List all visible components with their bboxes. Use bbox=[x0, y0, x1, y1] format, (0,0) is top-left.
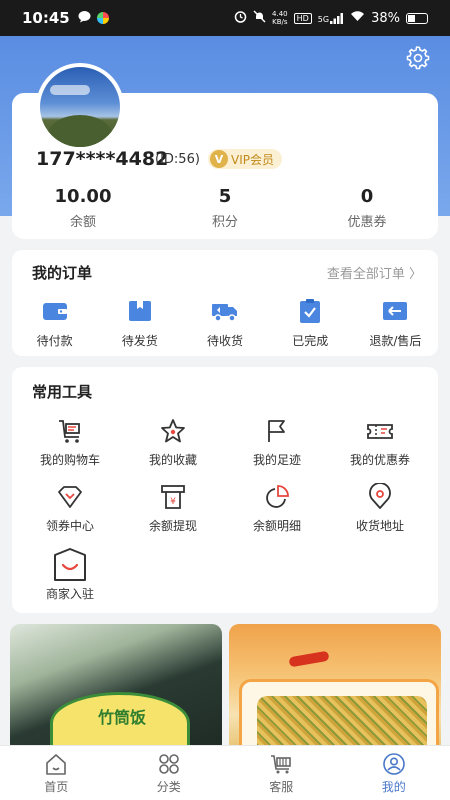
return-icon bbox=[381, 298, 409, 324]
location-icon bbox=[366, 482, 394, 511]
user-phone: 177****4482 bbox=[36, 148, 169, 170]
tool-coupons[interactable]: 我的优惠券 bbox=[327, 417, 433, 468]
hd-badge: HD bbox=[293, 12, 312, 24]
user-id: (ID:56) bbox=[155, 152, 200, 167]
pie-chart-icon bbox=[263, 483, 291, 511]
stat-coupons[interactable]: 0 优惠券 bbox=[296, 186, 438, 230]
order-to-receive[interactable]: 待收货 bbox=[182, 298, 267, 349]
gem-icon bbox=[56, 483, 84, 511]
order-completed[interactable]: 已完成 bbox=[268, 298, 353, 349]
product-card-2[interactable] bbox=[229, 624, 441, 754]
grid-icon bbox=[157, 753, 181, 775]
orders-title: 我的订单 bbox=[32, 264, 93, 282]
order-to-ship[interactable]: 待发货 bbox=[97, 298, 182, 349]
product-1-name: 竹筒饭 bbox=[98, 708, 147, 727]
tool-coupon-center[interactable]: 领券中心 bbox=[17, 483, 123, 534]
tab-customer-service[interactable]: 客服 bbox=[225, 746, 338, 800]
common-tools-card: 常用工具 我的购物车 我的收藏 我的足迹 我的优惠券 领券中心 ¥ 余额提现 余… bbox=[12, 367, 438, 613]
cart-icon bbox=[56, 417, 84, 445]
user-icon bbox=[382, 753, 406, 775]
stat-points[interactable]: 5 积分 bbox=[154, 186, 296, 230]
my-orders-card: 我的订单 查看全部订单 〉 待付款 待发货 待收货 已完成 退款/售后 bbox=[12, 250, 438, 356]
tool-favorites[interactable]: 我的收藏 bbox=[120, 417, 226, 468]
wallet-icon bbox=[41, 298, 69, 324]
clipboard-check-icon bbox=[296, 298, 324, 324]
withdraw-icon: ¥ bbox=[159, 483, 187, 511]
view-all-orders-link[interactable]: 查看全部订单 〉 bbox=[327, 263, 422, 282]
svg-text:¥: ¥ bbox=[170, 497, 176, 507]
app-icon bbox=[96, 12, 109, 24]
wifi-icon bbox=[350, 10, 365, 26]
status-bar: 10:45 4.40 KB/s HD 5G 38% bbox=[0, 0, 450, 36]
tool-balance-detail[interactable]: 余额明细 bbox=[224, 483, 330, 534]
tab-category[interactable]: 分类 bbox=[113, 746, 226, 800]
net-speed: 4.40 KB/s bbox=[272, 10, 288, 26]
chili-decoration bbox=[288, 650, 330, 668]
signal-icon: 5G bbox=[318, 12, 344, 24]
service-cart-icon bbox=[269, 753, 293, 775]
tool-withdraw[interactable]: ¥ 余额提现 bbox=[120, 483, 226, 534]
settings-gear-icon[interactable] bbox=[404, 44, 430, 70]
vip-v-icon: V bbox=[210, 150, 228, 168]
mute-icon bbox=[253, 9, 266, 27]
tool-footprints[interactable]: 我的足迹 bbox=[224, 417, 330, 468]
star-icon bbox=[159, 417, 187, 445]
stat-balance[interactable]: 10.00 余额 bbox=[12, 186, 154, 230]
avatar[interactable] bbox=[36, 63, 124, 151]
order-refund-aftersale[interactable]: 退款/售后 bbox=[353, 298, 438, 349]
tool-merchant-join[interactable]: 商家入驻 bbox=[17, 547, 123, 602]
vip-badge[interactable]: V VIP会员 bbox=[208, 149, 282, 169]
tool-address[interactable]: 收货地址 bbox=[327, 482, 433, 534]
tool-cart[interactable]: 我的购物车 bbox=[17, 417, 123, 468]
battery-icon bbox=[406, 12, 428, 24]
shop-icon bbox=[52, 547, 88, 583]
tab-home[interactable]: 首页 bbox=[0, 746, 113, 800]
message-icon bbox=[78, 10, 91, 27]
tab-mine[interactable]: 我的 bbox=[338, 746, 450, 800]
box-icon bbox=[126, 298, 154, 324]
truck-icon bbox=[211, 298, 239, 324]
status-time: 10:45 bbox=[22, 9, 70, 27]
tools-title: 常用工具 bbox=[32, 383, 93, 401]
flag-icon bbox=[263, 417, 291, 445]
battery-percent: 38% bbox=[371, 10, 400, 26]
profile-stats: 10.00 余额 5 积分 0 优惠券 bbox=[12, 186, 438, 230]
bottom-tab-bar: 首页 分类 客服 我的 bbox=[0, 745, 450, 800]
alarm-icon bbox=[234, 10, 247, 27]
product-card-1[interactable]: 竹筒饭 bbox=[10, 624, 222, 754]
home-icon bbox=[44, 753, 68, 775]
ticket-icon bbox=[366, 417, 394, 445]
order-pending-payment[interactable]: 待付款 bbox=[12, 298, 97, 349]
